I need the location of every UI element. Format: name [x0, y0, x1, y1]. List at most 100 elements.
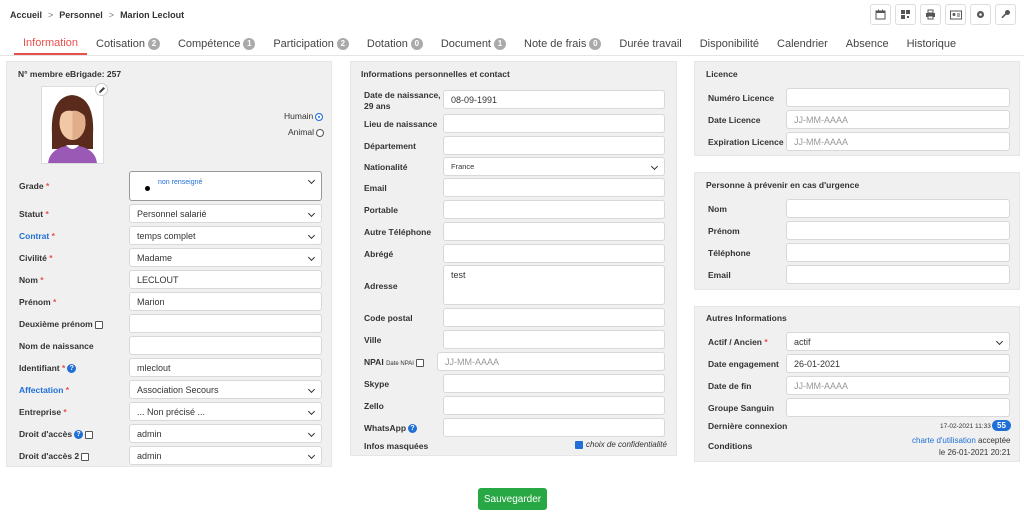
- grade-bullet: [145, 185, 150, 191]
- npai-date-input[interactable]: JJ-MM-AAAA: [437, 352, 665, 371]
- help-icon[interactable]: ?: [67, 364, 77, 374]
- derniere-connexion-date: 17-02-2021 11:33: [940, 423, 991, 430]
- id-card-icon[interactable]: [945, 4, 966, 25]
- conditions-date: le 26-01-2021 20:21: [939, 448, 1011, 457]
- avatar[interactable]: [41, 86, 104, 164]
- grade-select[interactable]: non renseigné: [129, 171, 322, 201]
- affectation-label[interactable]: Affectation *: [19, 385, 69, 395]
- confidentialite-option[interactable]: choix de confidentialité: [575, 440, 667, 449]
- droit-acces-2-checkbox[interactable]: [81, 452, 90, 461]
- charte-link[interactable]: charte d'utilisation: [912, 436, 976, 445]
- nom-input[interactable]: LECLOUT: [129, 270, 322, 289]
- droit-acces-2-label: Droit d'accès 2: [19, 451, 90, 461]
- tab-duree-travail[interactable]: Durée travail: [610, 33, 690, 55]
- edit-photo-icon[interactable]: [95, 83, 108, 96]
- droit-acces-2-select[interactable]: admin: [129, 446, 322, 465]
- adresse-textarea[interactable]: test: [443, 265, 665, 305]
- tab-divider: [0, 55, 1024, 56]
- portable-input[interactable]: [443, 200, 665, 219]
- whatsapp-label: WhatsApp?: [364, 423, 418, 434]
- identifiant-input[interactable]: mleclout: [129, 358, 322, 377]
- statut-select[interactable]: Personnel salarié: [129, 204, 322, 223]
- skype-input[interactable]: [443, 374, 665, 393]
- dob-label: Date de naissance, 29 ans: [364, 90, 441, 111]
- help-icon[interactable]: ?: [74, 430, 84, 440]
- nationalite-select[interactable]: France: [443, 157, 665, 176]
- personal-info-title: Informations personnelles et contact: [361, 69, 510, 79]
- breadcrumb-home[interactable]: Accueil: [10, 10, 42, 20]
- connexion-count-badge[interactable]: 55: [992, 420, 1011, 431]
- groupe-sanguin-input[interactable]: [786, 398, 1010, 417]
- nationalite-label: Nationalité: [364, 162, 408, 172]
- statut-label: Statut *: [19, 209, 49, 219]
- tab-disponibilite[interactable]: Disponibilité: [691, 33, 768, 55]
- prenom-input[interactable]: Marion: [129, 292, 322, 311]
- urgence-telephone-input[interactable]: [786, 243, 1010, 262]
- lieu-naissance-input[interactable]: [443, 114, 665, 133]
- tab-badge: 2: [147, 38, 160, 50]
- code-postal-input[interactable]: [443, 308, 665, 327]
- save-button[interactable]: Sauvegarder: [478, 488, 547, 510]
- affectation-select[interactable]: Association Secours: [129, 380, 322, 399]
- urgence-nom-label: Nom: [708, 204, 727, 214]
- toolbar: [870, 4, 1016, 25]
- npai-checkbox[interactable]: [415, 358, 424, 367]
- calendar-icon[interactable]: [870, 4, 891, 25]
- civilite-select[interactable]: Madame: [129, 248, 322, 267]
- date-licence-input[interactable]: JJ-MM-AAAA: [786, 110, 1010, 129]
- email-input[interactable]: [443, 178, 665, 197]
- zello-input[interactable]: [443, 396, 665, 415]
- animal-label: Animal: [288, 127, 324, 137]
- tab-note-de-frais[interactable]: Note de frais 0: [515, 33, 610, 55]
- skype-label: Skype: [364, 379, 390, 389]
- deuxieme-prenom-input[interactable]: [129, 314, 322, 333]
- tab-information[interactable]: Information: [14, 33, 88, 55]
- help-icon[interactable]: ?: [408, 424, 418, 434]
- deuxieme-prenom-label: Deuxième prénom: [19, 319, 103, 329]
- derniere-connexion-label: Dernière connexion: [708, 421, 788, 431]
- tab-document[interactable]: Document 1: [432, 33, 515, 55]
- droit-acces-select[interactable]: admin: [129, 424, 322, 443]
- tab-absence[interactable]: Absence: [837, 33, 898, 55]
- droit-acces-checkbox[interactable]: [85, 430, 94, 439]
- whatsapp-input[interactable]: [443, 418, 665, 437]
- tab-badge: 1: [243, 38, 256, 50]
- autre-telephone-input[interactable]: [443, 222, 665, 241]
- tab-calendrier[interactable]: Calendrier: [768, 33, 837, 55]
- confidentialite-checkbox[interactable]: [575, 440, 583, 449]
- infos-masquees-label: Infos masquées: [364, 441, 429, 451]
- deuxieme-prenom-checkbox[interactable]: [94, 320, 103, 329]
- key-icon[interactable]: [995, 4, 1016, 25]
- contrat-label[interactable]: Contrat *: [19, 231, 55, 241]
- tab-participation[interactable]: Participation 2: [264, 33, 358, 55]
- urgence-nom-input[interactable]: [786, 199, 1010, 218]
- actif-select[interactable]: actif: [786, 332, 1010, 351]
- date-fin-input[interactable]: JJ-MM-AAAA: [786, 376, 1010, 395]
- entreprise-label: Entreprise *: [19, 407, 67, 417]
- qrcode-icon[interactable]: [895, 4, 916, 25]
- nom-label: Nom *: [19, 275, 44, 285]
- numero-licence-input[interactable]: [786, 88, 1010, 107]
- dob-input[interactable]: 08-09-1991: [443, 90, 665, 109]
- breadcrumb-current: Marion Leclout: [120, 10, 185, 20]
- tab-dotation[interactable]: Dotation 0: [358, 33, 432, 55]
- tab-competence[interactable]: Compétence 1: [169, 33, 264, 55]
- gear-icon[interactable]: [970, 4, 991, 25]
- expiration-licence-input[interactable]: JJ-MM-AAAA: [786, 132, 1010, 151]
- ville-input[interactable]: [443, 330, 665, 349]
- abrege-input[interactable]: [443, 244, 665, 263]
- nom-naissance-label: Nom de naissance: [19, 341, 94, 351]
- entreprise-select[interactable]: ... Non précisé ...: [129, 402, 322, 421]
- engagement-input[interactable]: 26-01-2021: [786, 354, 1010, 373]
- humain-radio[interactable]: [315, 112, 324, 121]
- urgence-email-input[interactable]: [786, 265, 1010, 284]
- contrat-select[interactable]: temps complet: [129, 226, 322, 245]
- nom-naissance-input[interactable]: [129, 336, 322, 355]
- print-icon[interactable]: [920, 4, 941, 25]
- breadcrumb-section[interactable]: Personnel: [59, 10, 103, 20]
- tab-cotisation[interactable]: Cotisation 2: [87, 33, 169, 55]
- tab-historique[interactable]: Historique: [898, 33, 966, 55]
- departement-input[interactable]: [443, 136, 665, 155]
- urgence-prenom-input[interactable]: [786, 221, 1010, 240]
- animal-radio[interactable]: [315, 128, 324, 137]
